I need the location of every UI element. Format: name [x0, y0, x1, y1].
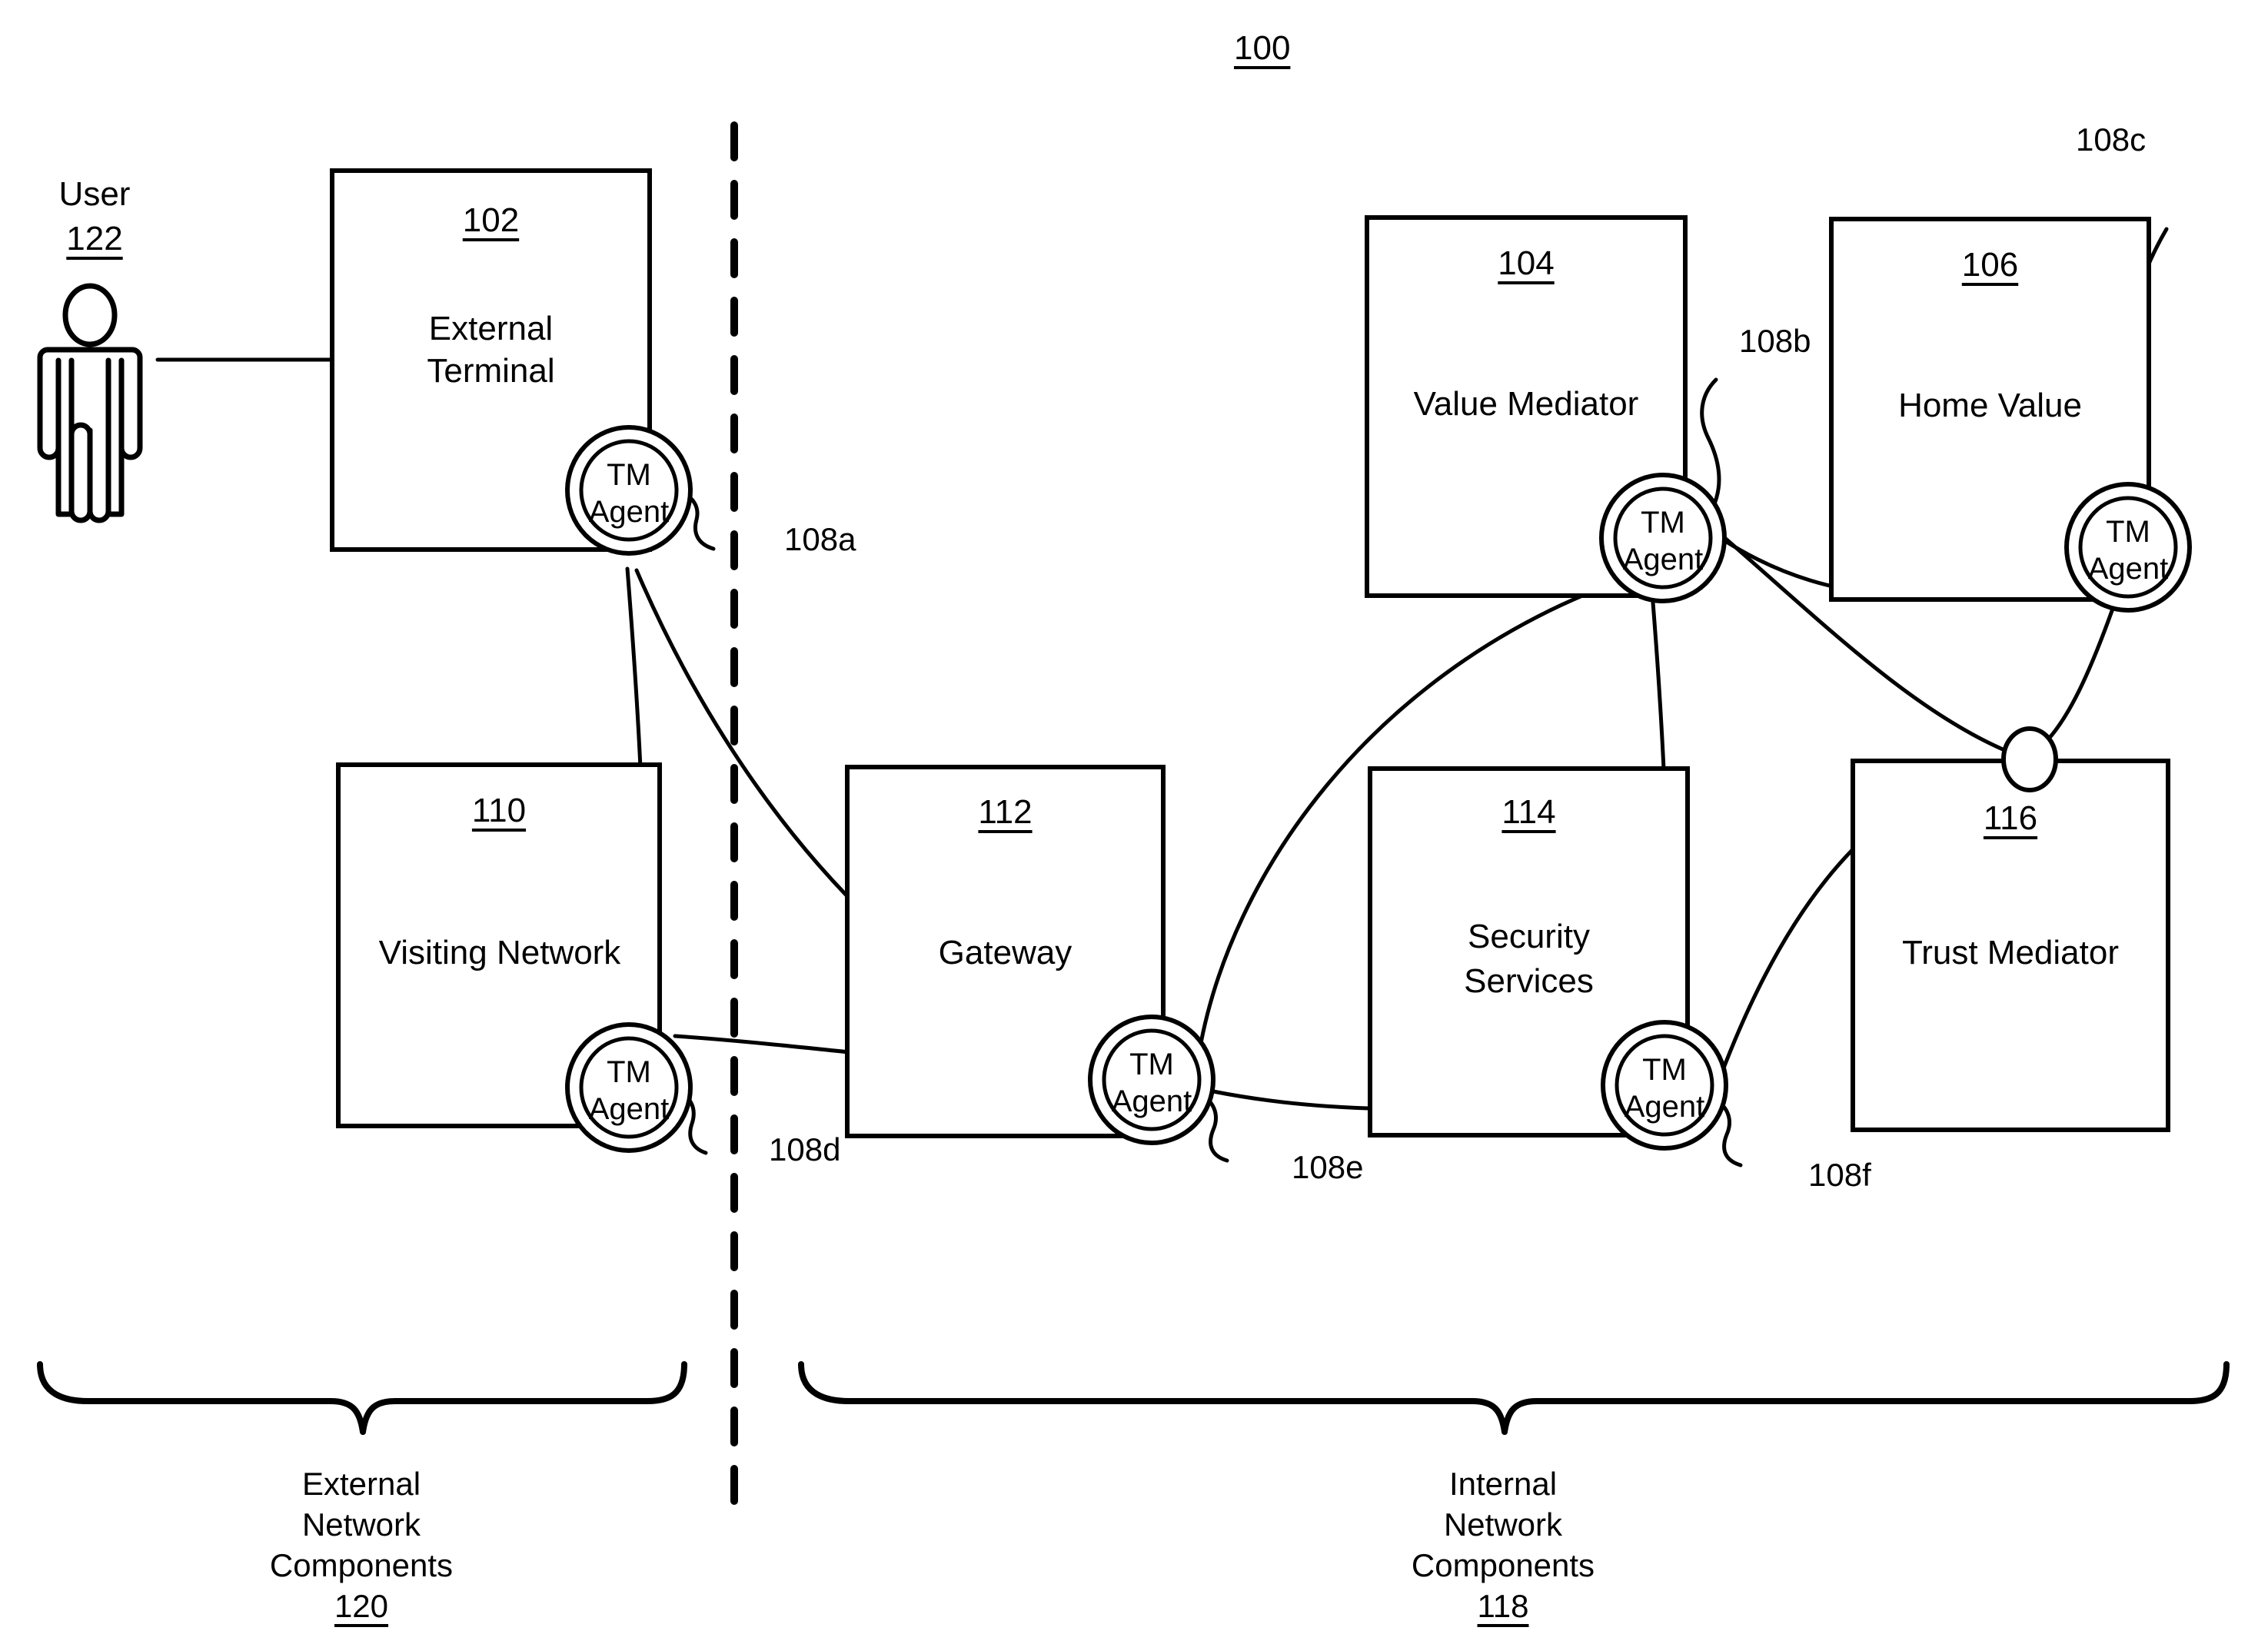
box-title-line-2: Terminal [427, 352, 555, 390]
ref-label-108a: 108a [784, 521, 856, 557]
agent-line-2: Agent [1624, 1090, 1705, 1124]
box-ref: 106 [1961, 246, 2019, 284]
user-label: User [58, 175, 131, 213]
brace-external [37, 1361, 687, 1435]
group-line-1: External [301, 1466, 421, 1502]
agent-line-1: TM [607, 458, 651, 492]
agent-line-1: TM [1642, 1053, 1687, 1087]
agent-line-1: TM [607, 1055, 651, 1089]
figure-number: 100 [1234, 29, 1291, 67]
box-ref: 112 [978, 793, 1033, 831]
brace-internal [798, 1361, 2230, 1435]
agent-line-2: Agent [1111, 1084, 1192, 1118]
agent-line-2: Agent [588, 495, 670, 529]
ref-label-108d: 108d [769, 1131, 841, 1167]
agent-label-108d: TM Agent [552, 1054, 706, 1128]
agent-label-108a: TM Agent [552, 457, 706, 530]
ref-label-108b: 108b [1739, 323, 1811, 359]
user-ref: 122 [66, 220, 123, 257]
box-title-line-1: Home Value [1898, 387, 2082, 424]
box-label-visiting-network: 110 [338, 792, 660, 830]
box-title-line-2: Services [1464, 962, 1594, 1001]
group-external-network-components: External Network Components 120 [146, 1464, 577, 1627]
box-title-line-1: Value Mediator [1413, 385, 1639, 423]
box-label-value-mediator: 104 [1367, 244, 1685, 283]
connection-node-icon [2001, 726, 2058, 792]
box-label-security-services: 114 [1370, 793, 1688, 832]
group-ref: 120 [334, 1587, 389, 1624]
box-ref: 104 [1498, 244, 1555, 282]
box-label-gateway: 112 [847, 793, 1163, 832]
ref-label-108f: 108f [1808, 1157, 1871, 1193]
ref-label-108c: 108c [2076, 121, 2147, 158]
box-title-trust-mediator: Trust Mediator [1830, 932, 2191, 974]
agent-label-108c: TM Agent [2051, 513, 2205, 587]
agent-label-108f: TM Agent [1588, 1051, 1741, 1125]
box-title-line-1: Gateway [938, 934, 1072, 971]
agent-line-1: TM [1129, 1048, 1174, 1081]
box-label-home-value: 106 [1831, 246, 2149, 284]
group-line-1: Internal [1448, 1466, 1558, 1502]
group-line-2: Network [1443, 1506, 1563, 1543]
box-label-external-terminal: 102 [332, 201, 650, 240]
agent-label-108e: TM Agent [1075, 1046, 1229, 1120]
agent-line-2: Agent [588, 1092, 670, 1126]
agent-line-2: Agent [1622, 543, 1704, 576]
group-internal-network-components: Internal Network Components 118 [1288, 1464, 1718, 1627]
box-title-line-1: Trust Mediator [1901, 934, 2119, 971]
person-icon [37, 283, 143, 523]
box-title-security-services: Security Services [1370, 915, 1688, 1004]
box-label-trust-mediator: 116 [1853, 799, 2168, 838]
box-title-value-mediator: Value Mediator [1345, 383, 1707, 425]
agent-line-1: TM [2106, 515, 2150, 549]
box-ref: 114 [1501, 793, 1556, 831]
box-ref: 102 [462, 201, 520, 239]
box-title-line-1: External [428, 310, 554, 347]
agent-line-2: Agent [2087, 552, 2169, 586]
group-ref: 118 [1477, 1587, 1529, 1624]
box-ref: 116 [1983, 799, 2038, 837]
box-title-gateway: Gateway [847, 932, 1163, 974]
group-line-3: Components [1411, 1546, 1595, 1583]
box-title-home-value: Home Value [1831, 384, 2149, 427]
group-line-3: Components [269, 1546, 454, 1583]
ref-label-108e: 108e [1292, 1149, 1364, 1185]
patent-figure-canvas: 100 User 122 108a 108b 108c 108d 108e 10… [0, 0, 2268, 1644]
agent-line-1: TM [1641, 506, 1685, 540]
box-ref: 110 [471, 792, 527, 829]
group-line-2: Network [301, 1506, 421, 1543]
box-title-line-1: Visiting Network [378, 934, 621, 971]
box-title-external-terminal: External Terminal [332, 307, 650, 392]
box-title-line-1: Security [1468, 918, 1590, 955]
agent-label-108b: TM Agent [1586, 504, 1740, 578]
box-title-visiting-network: Visiting Network [323, 932, 677, 974]
